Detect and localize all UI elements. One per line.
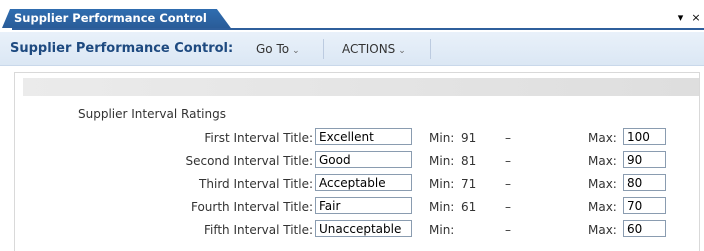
page-title: Supplier Performance Control: <box>10 41 234 56</box>
max-input[interactable] <box>623 128 666 145</box>
min-label: Min: <box>429 131 455 145</box>
max-label: Max: <box>588 223 617 237</box>
dropdown-arrow-icon[interactable]: ▾ <box>675 11 687 24</box>
interval-title-label: Fifth Interval Title: <box>203 223 313 237</box>
max-label: Max: <box>588 177 617 191</box>
interval-title-input[interactable] <box>315 174 412 191</box>
goto-menu-label: Go To <box>256 42 290 56</box>
interval-title-label: First Interval Title: <box>204 131 313 145</box>
interval-title-label: Fourth Interval Title: <box>190 200 313 214</box>
min-value: 81 <box>461 154 477 168</box>
range-dash: – <box>505 154 511 168</box>
interval-title-input[interactable] <box>315 197 412 214</box>
min-label: Min: <box>429 223 455 237</box>
menubar: Supplier Performance Control: Go To ⌄ ACT… <box>0 32 704 66</box>
min-label: Min: <box>429 200 455 214</box>
chevron-down-icon: ⌄ <box>398 46 406 56</box>
window-controls: ▾ × <box>675 11 703 24</box>
interval-title-input[interactable] <box>315 128 412 145</box>
max-label: Max: <box>588 154 617 168</box>
min-label: Min: <box>429 154 455 168</box>
min-value: 71 <box>461 177 477 191</box>
close-icon[interactable]: × <box>690 11 702 24</box>
interval-title-label: Third Interval Title: <box>199 177 313 191</box>
max-label: Max: <box>588 200 617 214</box>
panel-header-band <box>23 78 699 96</box>
goto-menu[interactable]: Go To ⌄ <box>256 42 300 56</box>
tab-supplier-performance-control[interactable]: Supplier Performance Control <box>2 9 231 28</box>
chevron-down-icon: ⌄ <box>292 46 300 56</box>
max-input[interactable] <box>623 174 666 191</box>
interval-title-input[interactable] <box>315 151 412 168</box>
range-dash: – <box>505 200 511 214</box>
tab-strip: Supplier Performance Control ▾ × <box>0 0 704 32</box>
menu-separator <box>323 39 324 59</box>
range-dash: – <box>505 131 511 145</box>
interval-title-label: Second Interval Title: <box>185 154 313 168</box>
interval-row: Fifth Interval Title: Min: – Max: <box>15 220 699 240</box>
actions-menu-label: ACTIONS <box>342 42 396 56</box>
max-label: Max: <box>588 131 617 145</box>
tab-underline <box>12 28 704 30</box>
actions-menu[interactable]: ACTIONS ⌄ <box>342 42 406 56</box>
section-label: Supplier Interval Ratings <box>78 107 226 121</box>
max-input[interactable] <box>623 220 666 237</box>
max-input[interactable] <box>623 197 666 214</box>
interval-row: Fourth Interval Title: Min: 61 – Max: <box>15 197 699 217</box>
menu-separator <box>430 39 431 59</box>
max-input[interactable] <box>623 151 666 168</box>
min-value: 91 <box>461 131 477 145</box>
interval-title-input[interactable] <box>315 220 412 237</box>
interval-row: First Interval Title: Min: 91 – Max: <box>15 128 699 148</box>
min-value: 61 <box>461 200 477 214</box>
interval-row: Third Interval Title: Min: 71 – Max: <box>15 174 699 194</box>
interval-row: Second Interval Title: Min: 81 – Max: <box>15 151 699 171</box>
content-panel: Supplier Interval Ratings First Interval… <box>14 72 700 251</box>
range-dash: – <box>505 223 511 237</box>
min-label: Min: <box>429 177 455 191</box>
range-dash: – <box>505 177 511 191</box>
